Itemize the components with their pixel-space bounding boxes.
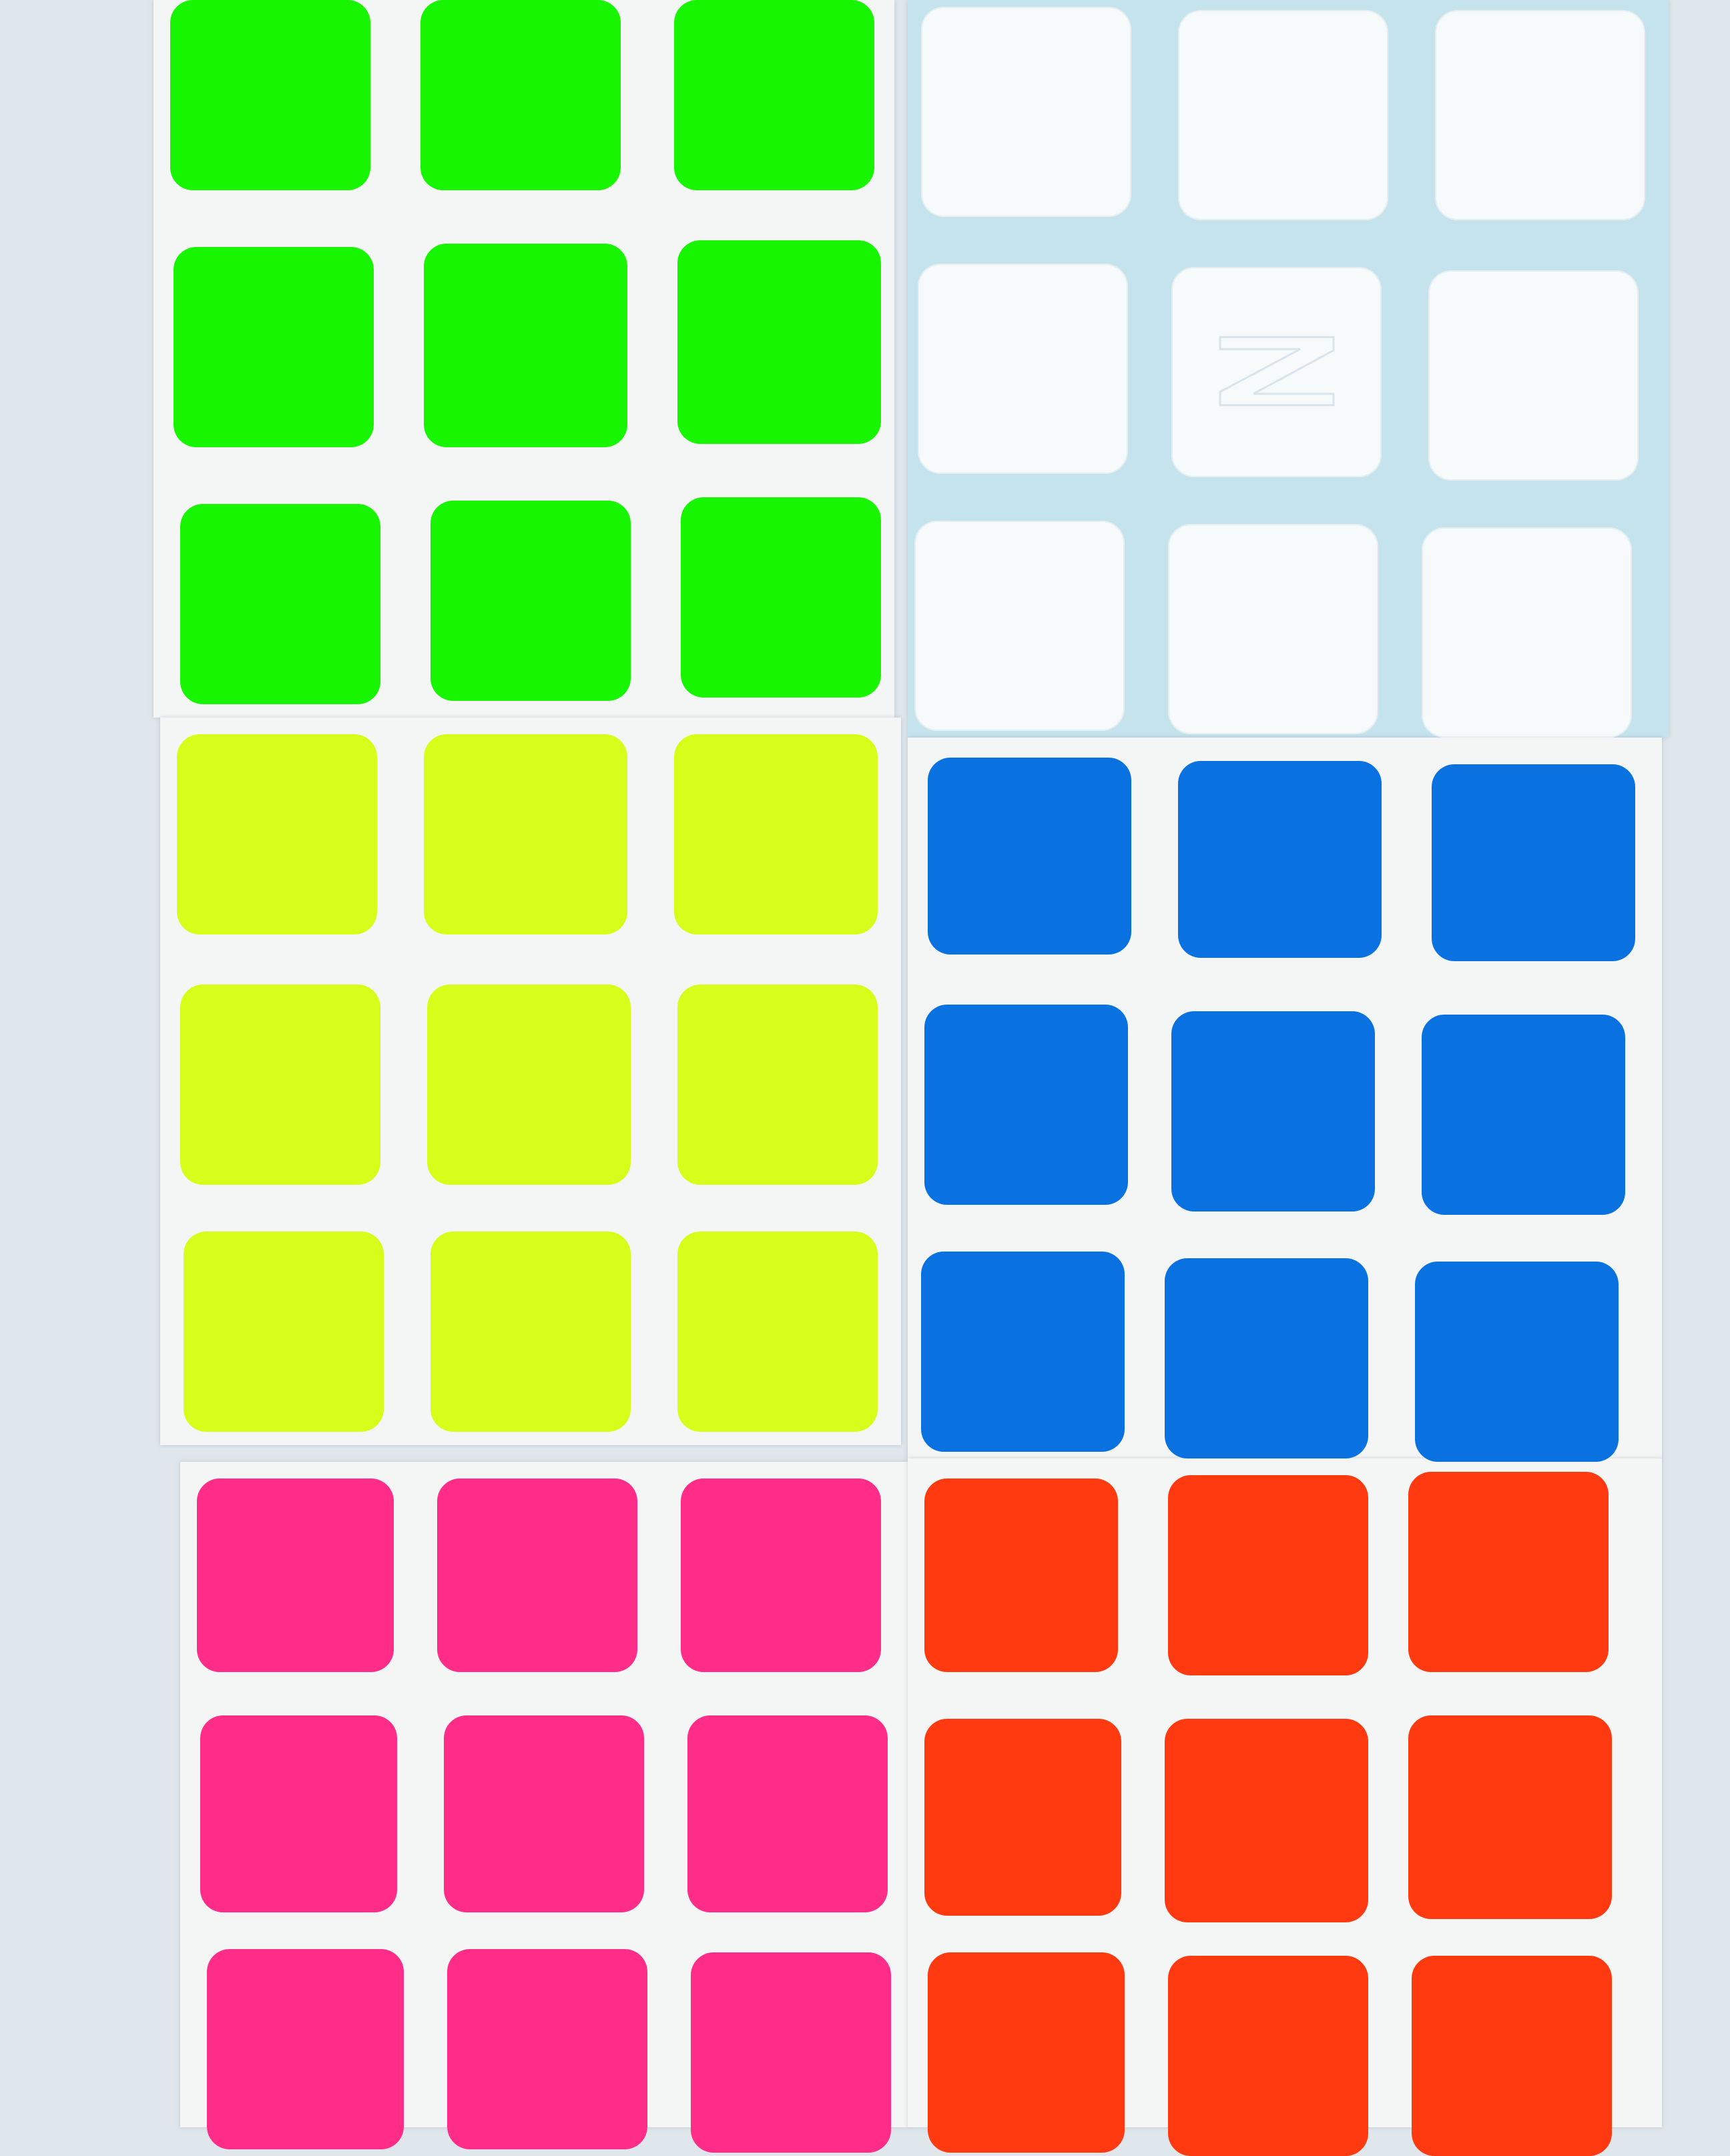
- green-sticker: [430, 501, 631, 701]
- yellow-sticker: [430, 1232, 631, 1432]
- yellow-sticker: [427, 985, 631, 1185]
- yellow-sticker: [677, 1232, 878, 1432]
- pink-sticker: [200, 1715, 397, 1912]
- pink-sticker: [437, 1478, 637, 1672]
- white-sticker: [1428, 270, 1639, 481]
- yellow-sticker: [180, 985, 380, 1185]
- white-sticker: [918, 264, 1128, 474]
- blue-sticker: [1415, 1262, 1619, 1462]
- white-sticker: [921, 7, 1131, 217]
- white-sticker: [1435, 10, 1645, 220]
- orange-sticker: [924, 1719, 1121, 1916]
- white-sticker: [1168, 524, 1378, 734]
- blue-sticker: [1165, 1258, 1368, 1458]
- orange-sticker: [1165, 1719, 1368, 1922]
- orange-sticker: [1168, 1956, 1368, 2156]
- green-sticker: [674, 0, 874, 190]
- blue-sticker: [921, 1252, 1125, 1452]
- orange-sticker: [928, 1952, 1125, 2153]
- orange-sticker: [1408, 1715, 1612, 1919]
- green-sticker: [677, 240, 881, 444]
- yellow-sticker: [677, 985, 878, 1185]
- yellow-sticker: [177, 734, 377, 934]
- yellow-sticker: [674, 734, 878, 934]
- orange-sticker: [1412, 1956, 1612, 2156]
- z-logo-embossed-icon: [1219, 336, 1335, 407]
- green-sticker: [174, 247, 374, 447]
- pink-sticker: [691, 1952, 891, 2153]
- blue-sticker: [1422, 1015, 1625, 1215]
- blue-sticker: [928, 758, 1131, 955]
- yellow-sticker: [424, 734, 627, 934]
- pink-sticker: [197, 1478, 394, 1672]
- green-sticker: [681, 497, 881, 698]
- white-sticker: [1178, 10, 1388, 220]
- yellow-sticker: [184, 1232, 384, 1432]
- blue-sticker: [1178, 761, 1382, 958]
- pink-sticker: [447, 1949, 647, 2149]
- blue-sticker: [924, 1005, 1128, 1205]
- blue-sticker: [1171, 1011, 1375, 1211]
- pink-sticker: [207, 1949, 404, 2149]
- pink-sticker: [444, 1715, 644, 1912]
- orange-sticker: [1408, 1472, 1609, 1672]
- green-sticker: [180, 504, 380, 704]
- green-sticker: [170, 0, 370, 190]
- green-sticker: [420, 0, 621, 190]
- pink-sticker: [687, 1715, 888, 1912]
- orange-sticker: [1168, 1475, 1368, 1675]
- pink-sticker: [681, 1478, 881, 1672]
- orange-sticker: [924, 1478, 1118, 1672]
- blue-sticker: [1432, 764, 1635, 961]
- green-sticker: [424, 244, 627, 447]
- white-sticker: [914, 521, 1125, 731]
- sticker-sheets-photo: [0, 0, 1730, 2156]
- white-sticker: [1422, 527, 1632, 738]
